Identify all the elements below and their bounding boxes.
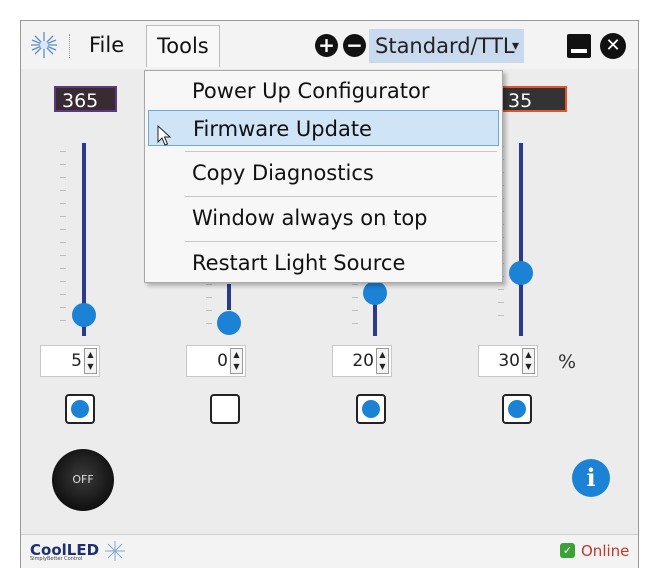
chevron-down-icon: ▾ [511,38,519,54]
channel-4-intensity-value: 30 [498,351,520,371]
slider-2-thumb[interactable] [217,311,241,335]
slider-1-thumb[interactable] [72,303,96,327]
channel-1-wavelength[interactable]: 365 [54,86,117,112]
menu-separator [69,34,70,58]
channel-3-intensity-input[interactable]: 20 ▲ ▼ [332,345,392,377]
mode-select-value: Standard/TTL [375,34,515,58]
slider-3-thumb[interactable] [363,281,387,305]
slider-1-ticks [60,151,66,326]
menu-item-copy-diagnostics[interactable]: Copy Diagnostics [145,155,502,191]
coolled-logo-icon [31,32,57,58]
spin-arrows-icon[interactable]: ▲ ▼ [522,348,535,374]
channel-4-wavelength[interactable]: 35 [500,86,567,112]
menu-item-restart-light-source[interactable]: Restart Light Source [145,245,502,281]
slider-2-track[interactable] [227,284,231,310]
online-check-icon: ✓ [560,543,575,558]
channel-1-intensity-input[interactable]: 5 ▲ ▼ [40,345,100,377]
slider-2-ticks [206,284,212,329]
menu-file[interactable]: File [83,31,130,59]
menu-tools[interactable]: Tools [146,25,220,67]
menu-bar: File Tools + − Standard/TTL ▾ ✕ [21,21,638,69]
slider-3-ticks [352,284,358,329]
menu-item-window-always-on-top[interactable]: Window always on top [145,200,502,236]
menu-divider [185,241,497,242]
channel-1-enable-toggle[interactable] [65,394,95,424]
channel-4-enable-toggle[interactable] [502,394,532,424]
status-bar: CoolLED SimplyBetter Control ✓ Online [21,534,638,568]
close-button[interactable]: ✕ [600,33,626,59]
channel-3-intensity-value: 20 [352,351,374,371]
spin-arrows-icon[interactable]: ▲ ▼ [376,348,389,374]
slider-4-track[interactable] [519,143,523,336]
menu-divider [185,196,497,197]
menu-item-firmware-update[interactable]: Firmware Update [148,110,499,146]
power-off-button[interactable]: OFF [52,449,114,511]
brand-tagline: SimplyBetter Control [30,556,83,562]
channel-3-enable-toggle[interactable] [356,394,386,424]
mouse-pointer-icon [157,125,172,146]
minimize-button[interactable] [567,34,591,58]
channel-2-enable-toggle[interactable] [210,394,240,424]
spin-arrows-icon[interactable]: ▲ ▼ [230,348,243,374]
menu-item-power-up-configurator[interactable]: Power Up Configurator [145,73,502,109]
info-button[interactable]: i [572,459,610,497]
remove-button[interactable]: − [343,34,366,57]
channel-2-intensity-value: 0 [217,351,228,371]
brand-starburst-icon [105,541,125,561]
slider-4-thumb[interactable] [509,261,533,285]
mode-select[interactable]: Standard/TTL ▾ [369,29,524,63]
channel-1-intensity-value: 5 [71,351,82,371]
menu-divider [185,151,497,152]
online-status: Online [581,542,630,560]
add-button[interactable]: + [315,34,338,57]
intensity-unit-label: % [558,351,577,373]
spin-arrows-icon[interactable]: ▲ ▼ [84,348,97,374]
channel-2-intensity-input[interactable]: 0 ▲ ▼ [186,345,246,377]
tools-dropdown-menu: Power Up Configurator Firmware Update Co… [144,70,503,283]
channel-4-intensity-input[interactable]: 30 ▲ ▼ [478,345,538,377]
